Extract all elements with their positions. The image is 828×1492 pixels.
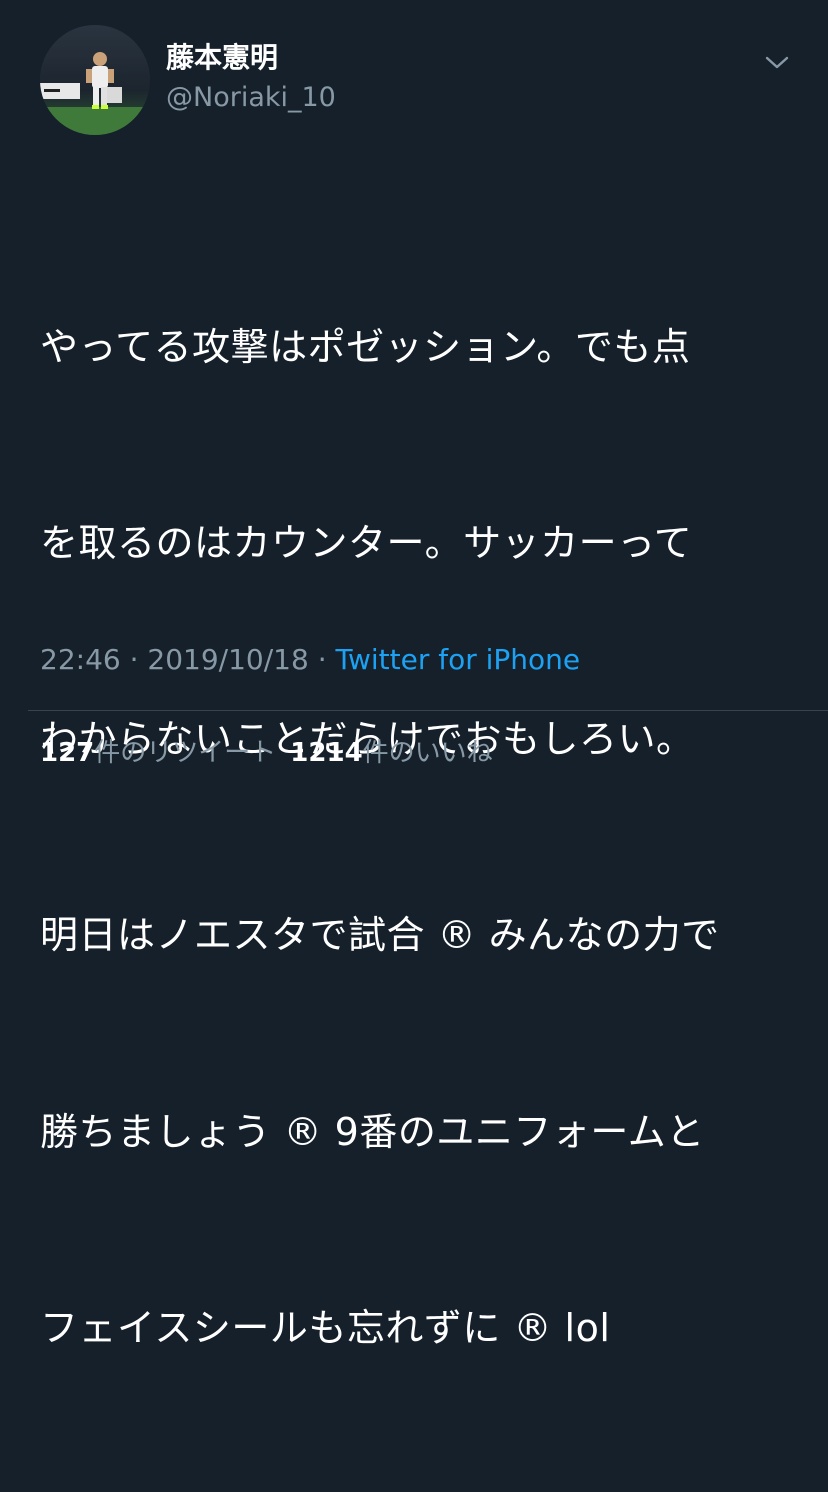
like-label: 件のいいね bbox=[362, 738, 493, 768]
tweet-text: やってる攻撃はポゼッション。でも点 を取るのはカウンター。サッカーって わからな… bbox=[40, 184, 800, 1492]
user-handle[interactable]: @Noriaki_10 bbox=[166, 80, 336, 116]
tweet-line: 勝ちましょう ® 9番のユニフォームと bbox=[40, 1109, 705, 1154]
tweet-date: 2019/10/18 bbox=[147, 643, 309, 676]
meta-separator: · bbox=[120, 643, 148, 676]
avatar[interactable] bbox=[40, 25, 150, 135]
tweet-time: 22:46 bbox=[40, 643, 121, 676]
tweet-source-link[interactable]: Twitter for iPhone bbox=[336, 643, 581, 676]
tweet-line: を取るのはカウンター。サッカーって bbox=[40, 521, 693, 566]
retweet-count-link[interactable]: 127件のリツイート bbox=[40, 738, 276, 768]
display-name[interactable]: 藤本憲明 bbox=[166, 38, 278, 78]
retweet-label: 件のリツイート bbox=[94, 738, 277, 768]
tweet-detail: 藤本憲明 @Noriaki_10 やってる攻撃はポゼッション。でも点 を取るのは… bbox=[0, 0, 828, 1350]
divider bbox=[28, 710, 828, 711]
tweet-line: フェイスシールも忘れずに ® lol bbox=[40, 1305, 611, 1350]
avatar-photo bbox=[40, 25, 150, 135]
chevron-down-icon[interactable] bbox=[760, 48, 794, 78]
tweet-line: やってる攻撃はポゼッション。でも点 bbox=[40, 324, 691, 369]
meta-separator: · bbox=[308, 643, 336, 676]
like-count-link[interactable]: 1214件のいいね bbox=[290, 738, 492, 768]
tweet-meta: 22:46 · 2019/10/18 · Twitter for iPhone bbox=[40, 642, 580, 678]
tweet-stats: 127件のリツイート 1214件のいいね bbox=[40, 735, 493, 771]
retweet-count: 127 bbox=[40, 738, 95, 768]
like-count: 1214 bbox=[290, 738, 363, 768]
tweet-line: 明日はノエスタで試合 ® みんなの力で bbox=[40, 913, 720, 958]
